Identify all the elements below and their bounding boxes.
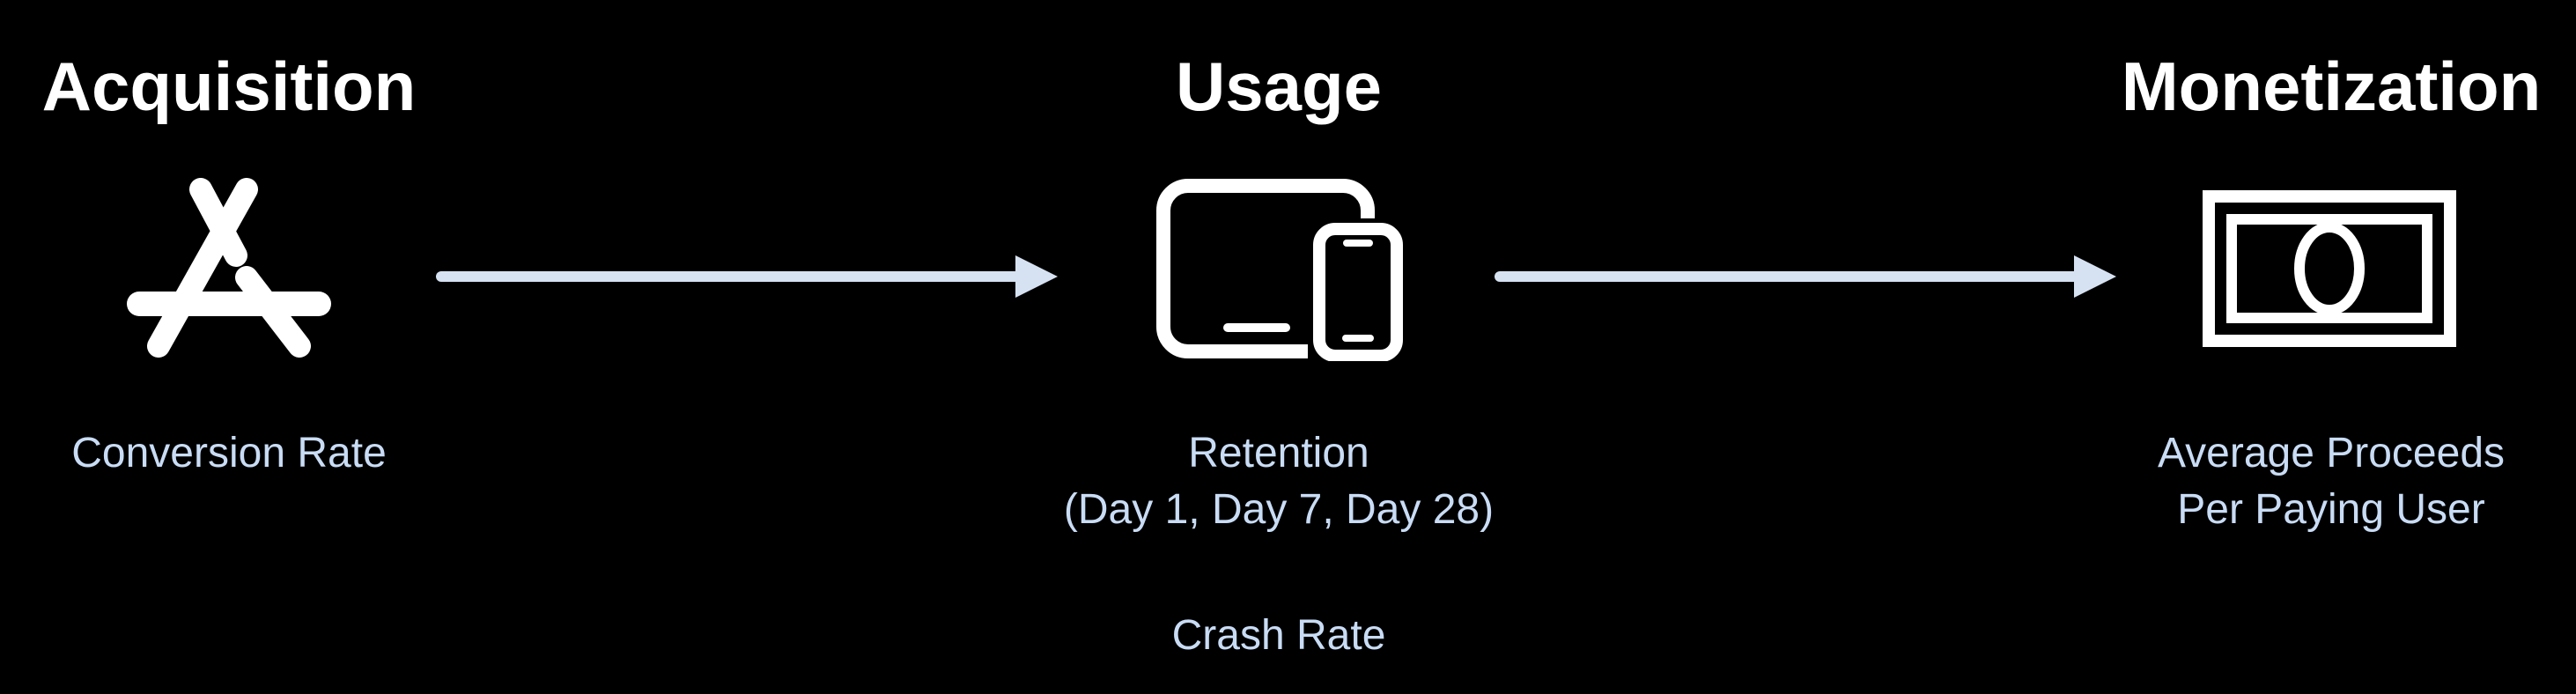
banknote-icon (2203, 190, 2456, 347)
metric-average-proceeds: Average Proceeds Per Paying User (2158, 425, 2505, 538)
app-store-icon (127, 178, 331, 358)
metric-crash-rate: Crash Rate (1172, 608, 1386, 664)
metric-conversion-rate: Conversion Rate (71, 425, 387, 482)
stage-title-acquisition: Acquisition (41, 48, 417, 125)
stage-title-monetization: Monetization (2121, 48, 2542, 125)
metric-retention: Retention (Day 1, Day 7, Day 28) (1064, 425, 1494, 538)
metric-line: (Day 1, Day 7, Day 28) (1063, 486, 1495, 533)
devices-icon (1156, 179, 1406, 361)
metric-line: Crash Rate (1171, 612, 1386, 659)
metric-line: Average Proceeds (2157, 430, 2506, 476)
stage-title-usage: Usage (1175, 48, 1383, 125)
arrow-acquisition-to-usage (436, 255, 1058, 298)
metric-line: Conversion Rate (71, 430, 387, 476)
metric-line: Per Paying User (2177, 486, 2485, 533)
metric-line: Retention (1188, 430, 1369, 476)
arrow-usage-to-monetization (1495, 255, 2116, 298)
